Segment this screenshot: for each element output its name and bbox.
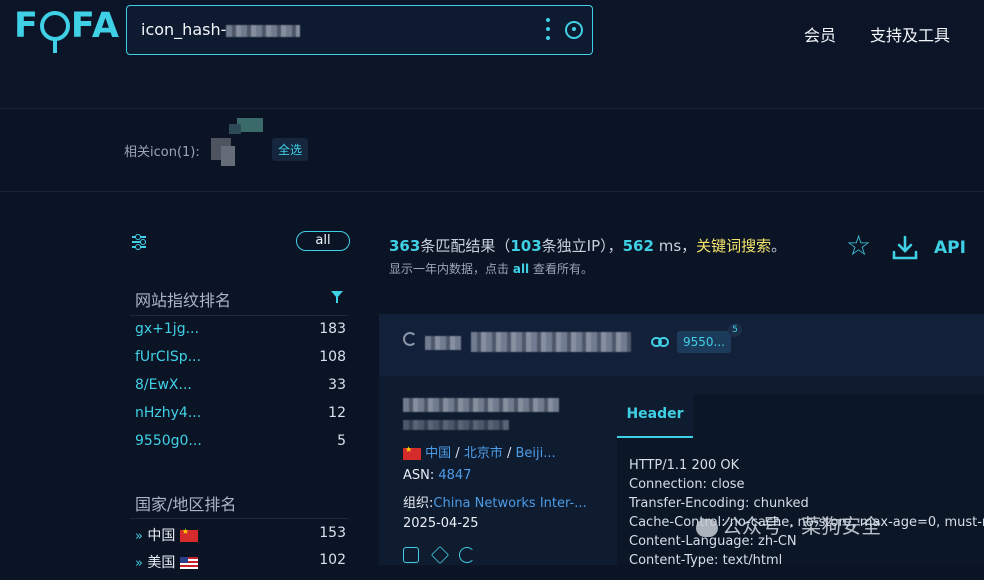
date-text: 2025-04-25	[403, 516, 479, 531]
logo-pin-icon	[39, 11, 70, 53]
redacted-title[interactable]	[403, 398, 559, 412]
show-all-link[interactable]: all	[513, 262, 529, 276]
related-icon-label: 相关icon(1):	[124, 145, 200, 160]
search-icon[interactable]	[565, 21, 583, 39]
redacted-host[interactable]	[425, 336, 461, 350]
fingerprint-row[interactable]: 8/EwX... 33	[135, 377, 346, 405]
region-link[interactable]: Beiji...	[516, 446, 556, 461]
expand-chevron-icon[interactable]: »	[135, 556, 143, 571]
redacted-url[interactable]	[471, 332, 631, 352]
more-options-icon[interactable]	[545, 18, 551, 40]
port-badge[interactable]: 9550...	[677, 331, 731, 353]
china-flag-icon	[179, 527, 198, 542]
usa-flag-icon	[179, 557, 198, 569]
country-row[interactable]: » 中国 153	[135, 525, 346, 553]
globe-icon	[403, 332, 417, 346]
header-divider	[0, 108, 984, 109]
section-divider	[0, 191, 984, 192]
port-count-badge: 5	[728, 323, 742, 337]
fingerprint-row[interactable]: nHzhy4... 12	[135, 405, 346, 433]
api-link[interactable]: API	[934, 238, 966, 258]
refresh-icon[interactable]	[459, 547, 475, 563]
expand-chevron-icon[interactable]: »	[135, 529, 143, 544]
search-input[interactable]: icon_hash-	[141, 20, 301, 39]
org-link[interactable]: China Networks Inter-...	[433, 496, 586, 511]
logo-letter-f: F	[14, 6, 39, 46]
country-ranking-title: 国家/地区排名	[135, 495, 237, 514]
fingerprint-divider	[130, 315, 348, 316]
top-header: F FA icon_hash- 会员 支持及工具	[0, 0, 984, 108]
nav-membership[interactable]: 会员	[804, 22, 836, 46]
results-summary: 363条匹配结果（103条独立IP），562 ms，关键词搜索。	[389, 237, 787, 255]
country-divider	[130, 518, 348, 519]
fingerprint-row[interactable]: 9550g0... 5	[135, 433, 346, 461]
asn-link[interactable]: 4847	[438, 468, 471, 483]
city-link[interactable]: 北京市	[464, 446, 503, 461]
star-icon[interactable]: ☆	[846, 232, 871, 260]
result-card-header: 9550... 5	[379, 314, 984, 376]
query-time: 562	[622, 237, 654, 255]
unique-ip-count: 103	[510, 237, 542, 255]
asn-line: ASN: 4847	[403, 468, 472, 483]
header-panel: Header HTTP/1.1 200 OK Connection: close…	[617, 394, 984, 568]
download-icon[interactable]	[892, 235, 918, 261]
all-toggle-button[interactable]: all	[296, 231, 350, 251]
sliders-icon[interactable]	[132, 234, 146, 250]
match-count: 363	[389, 237, 421, 255]
tab-header[interactable]: Header	[617, 394, 693, 438]
wechat-watermark: 公众号 · 菜狗安全	[696, 510, 881, 539]
fingerprint-ranking-title: 网站指纹排名	[135, 291, 232, 310]
select-all-button[interactable]: 全选	[272, 138, 309, 161]
cube-icon[interactable]	[430, 545, 450, 565]
keyword-search-link[interactable]: 关键词搜索	[696, 237, 771, 255]
country-link[interactable]: 中国	[425, 446, 451, 461]
location-line: 中国 / 北京市 / Beiji...	[403, 442, 556, 461]
redacted-hash	[226, 24, 301, 37]
link-icon[interactable]	[651, 336, 669, 348]
fofa-logo[interactable]: F FA	[14, 6, 120, 53]
wechat-logo-icon	[696, 518, 718, 537]
filter-icon[interactable]	[331, 291, 343, 303]
country-row[interactable]: » 美国 102	[135, 552, 346, 580]
logo-letters-fa: FA	[70, 6, 120, 46]
fingerprint-row[interactable]: fUrCISp... 108	[135, 349, 346, 377]
search-box[interactable]: icon_hash-	[126, 5, 593, 55]
result-card: 9550... 5 中国 / 北京市 / Beiji... ASN: 4847 …	[379, 314, 984, 568]
search-query-text: icon_hash-	[141, 20, 227, 39]
china-flag-icon	[403, 445, 421, 460]
results-hint: 显示一年内数据，点击 all 查看所有。	[389, 262, 594, 276]
redacted-ip[interactable]	[403, 420, 509, 430]
org-line: 组织:China Networks Inter-...	[403, 496, 587, 511]
related-icon-thumbnail[interactable]	[211, 118, 263, 166]
fingerprint-row[interactable]: gx+1jg... 183	[135, 321, 346, 349]
code-icon[interactable]	[403, 547, 419, 563]
nav-support-tools[interactable]: 支持及工具	[870, 22, 950, 46]
